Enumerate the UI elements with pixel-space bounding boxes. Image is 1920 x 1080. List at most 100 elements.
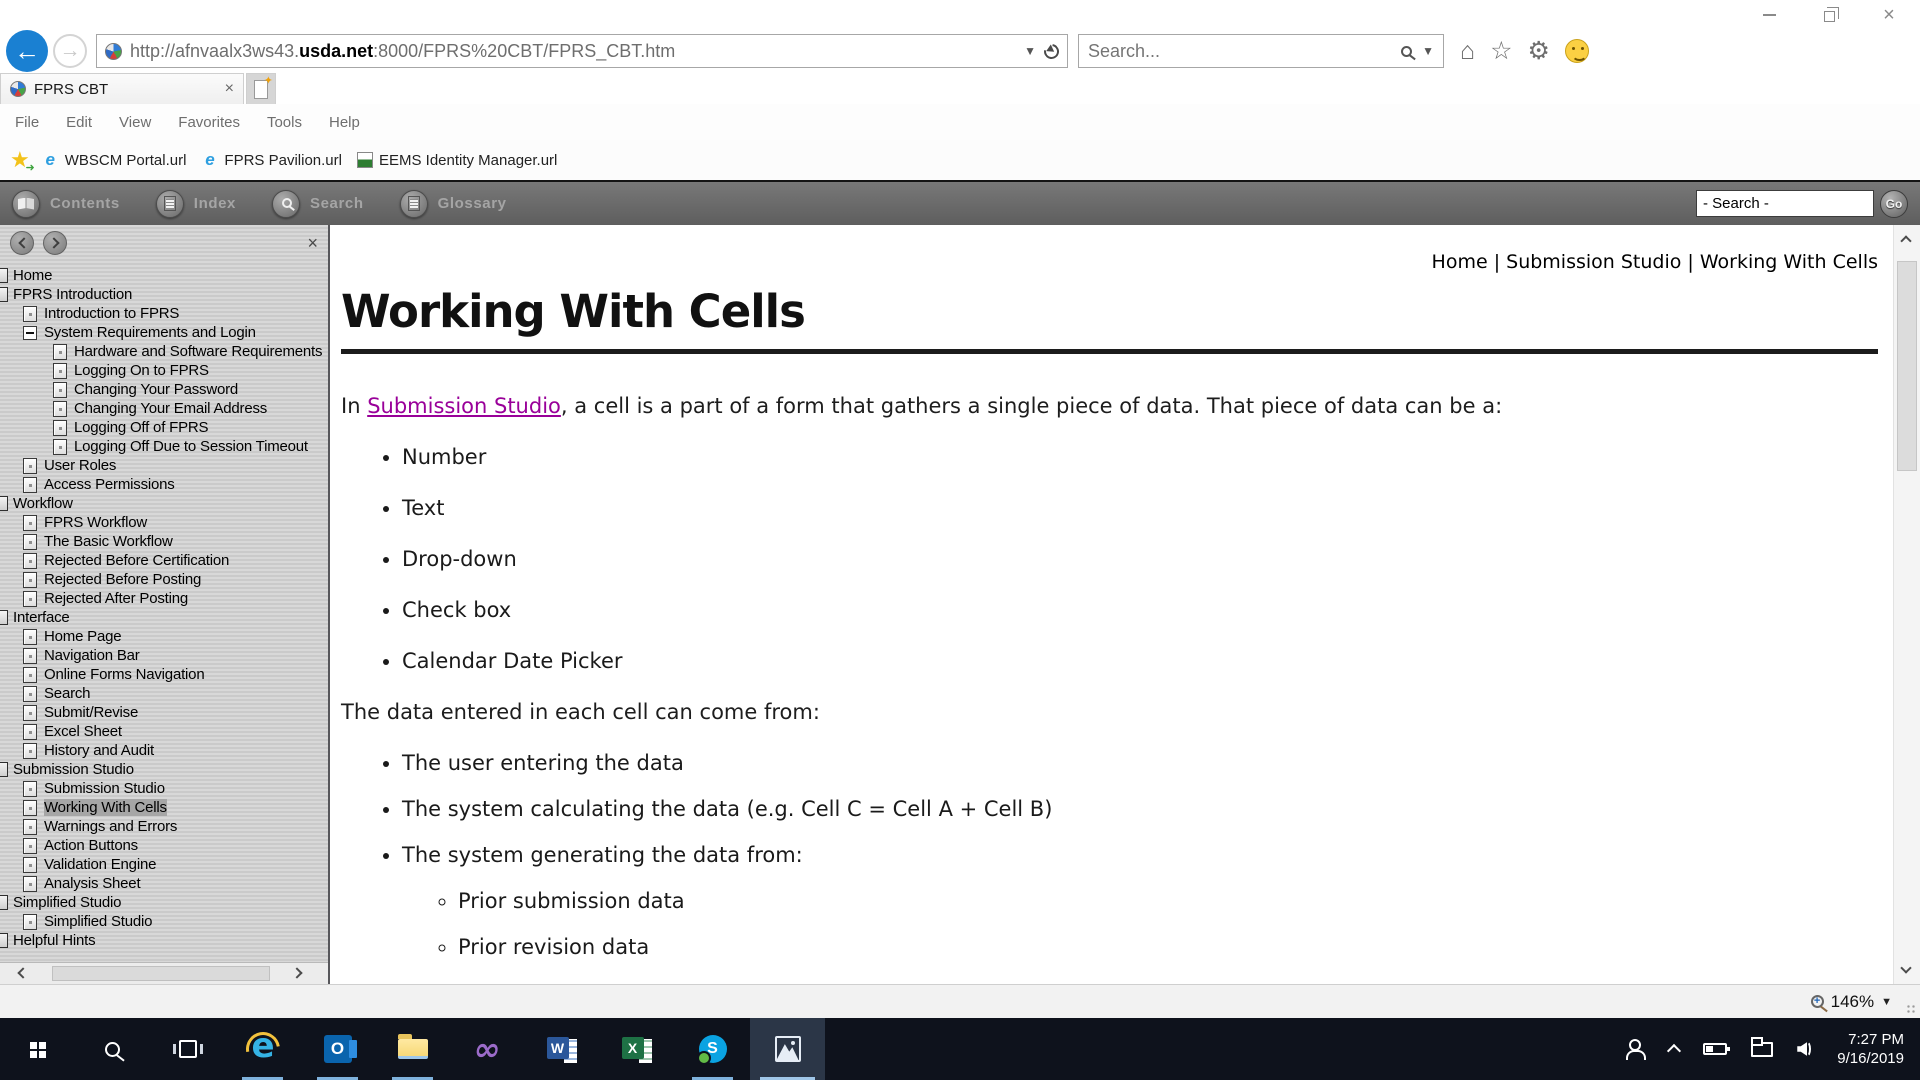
address-dropdown-icon[interactable]: ▼ [1024,44,1036,58]
toc-tree-item[interactable]: Changing Your Password [0,380,328,399]
favorites-link[interactable]: WBSCM Portal.url [42,150,187,170]
refresh-icon[interactable] [1041,41,1062,62]
scroll-up-icon[interactable] [1900,235,1911,246]
toc-tree-item[interactable]: Access Permissions [0,475,328,494]
toc-tree-item[interactable]: Working With Cells [0,798,328,817]
menu-item[interactable]: View [119,114,151,131]
toc-tree-item[interactable]: Home [0,266,328,285]
taskbar-app-icon[interactable] [600,1018,675,1080]
taskbar-app-icon[interactable] [750,1018,825,1080]
toc-tree-item[interactable]: Rejected Before Certification [0,551,328,570]
toc-tree-item[interactable]: FPRS Workflow [0,513,328,532]
taskbar-app-icon[interactable] [675,1018,750,1080]
toc-tree-item[interactable]: Hardware and Software Requirements [0,342,328,361]
taskbar-app-icon[interactable] [0,1018,75,1080]
taskbar-app-icon[interactable] [150,1018,225,1080]
toc-tree-item[interactable]: Interface [0,608,328,627]
taskbar-app-icon[interactable] [225,1018,300,1080]
toc-horizontal-scrollbar[interactable] [0,962,328,984]
taskbar-clock[interactable]: 7:27 PM 9/16/2019 [1835,1030,1904,1068]
menu-item[interactable]: Tools [267,114,302,131]
toc-tree-item[interactable]: Workflow [0,494,328,513]
menu-item[interactable]: Favorites [178,114,240,131]
toc-tree-item[interactable]: Online Forms Navigation [0,665,328,684]
cbt-search-box[interactable] [1696,190,1874,217]
toc-tree-item[interactable]: System Requirements and Login [0,323,328,342]
cbt-search-input[interactable] [1697,195,1873,212]
menu-item[interactable]: Edit [66,114,92,131]
settings-gear-icon[interactable]: ⚙ [1528,38,1550,64]
toc-tree-item[interactable]: Validation Engine [0,855,328,874]
toc-tree-item[interactable]: Search [0,684,328,703]
resize-grip[interactable] [1906,1004,1916,1014]
horizontal-scroll-thumb[interactable] [52,966,270,981]
toc-tree-item[interactable]: Warnings and Errors [0,817,328,836]
toc-close-icon[interactable]: × [307,234,318,252]
favorites-link[interactable]: EEMS Identity Manager.url [357,150,557,170]
scroll-left-icon[interactable] [17,967,28,978]
toc-tree-item[interactable]: Helpful Hints [0,931,328,950]
toc-tree-item[interactable]: Rejected After Posting [0,589,328,608]
toc-tree-item[interactable]: Introduction to FPRS [0,304,328,323]
toc-tree-item[interactable]: Submission Studio [0,760,328,779]
taskbar-app-icon[interactable] [450,1018,525,1080]
toc-tree-item[interactable]: Action Buttons [0,836,328,855]
toc-tree-item[interactable]: FPRS Introduction [0,285,328,304]
vertical-scroll-thumb[interactable] [1897,261,1917,471]
toc-tree-item[interactable]: User Roles [0,456,328,475]
scroll-down-icon[interactable] [1900,962,1911,973]
cbt-toolbar-button[interactable]: Search [272,190,364,218]
url-text[interactable]: http://afnvaalx3ws43.usda.net:8000/FPRS%… [130,41,1016,62]
toc-tree-item[interactable]: The Basic Workflow [0,532,328,551]
favorites-star-icon[interactable]: ☆ [1490,38,1512,64]
smiley-feedback-icon[interactable] [1565,39,1589,63]
toc-tree-item[interactable]: Simplified Studio [0,912,328,931]
toc-tree-item[interactable]: Home Page [0,627,328,646]
menu-item[interactable]: File [15,114,39,131]
cbt-toolbar-button[interactable]: Index [156,190,236,218]
toc-tree-item[interactable]: Simplified Studio [0,893,328,912]
taskbar-app-icon[interactable] [300,1018,375,1080]
address-bar[interactable]: http://afnvaalx3ws43.usda.net:8000/FPRS%… [96,34,1068,68]
back-button[interactable]: ← [6,30,48,72]
zoom-control[interactable]: + 146% ▼ [1811,985,1892,1018]
toc-tree-item[interactable]: Logging Off of FPRS [0,418,328,437]
cbt-toolbar-button[interactable]: Glossary [400,190,507,218]
toc-tree-item[interactable]: Rejected Before Posting [0,570,328,589]
search-dropdown-icon[interactable]: ▼ [1422,44,1434,58]
forward-button[interactable]: → [53,34,87,68]
hidden-icons-chevron-icon[interactable] [1667,1044,1681,1058]
favorites-link[interactable]: FPRS Pavilion.url [201,150,342,170]
search-box[interactable]: ▼ [1078,34,1444,68]
menu-item[interactable]: Help [329,114,360,131]
network-icon[interactable] [1751,1042,1773,1057]
search-icon[interactable] [1401,46,1412,57]
toc-tree-item[interactable]: Analysis Sheet [0,874,328,893]
toc-tree-item[interactable]: Changing Your Email Address [0,399,328,418]
home-icon[interactable]: ⌂ [1460,38,1475,64]
cbt-toolbar-button[interactable]: Contents [12,190,120,218]
toc-tree-item[interactable]: Navigation Bar [0,646,328,665]
minimize-button[interactable] [1756,2,1782,28]
battery-icon[interactable] [1703,1043,1727,1055]
close-button[interactable]: × [1876,2,1902,28]
taskbar-app-icon[interactable] [75,1018,150,1080]
taskbar-app-icon[interactable] [375,1018,450,1080]
toc-tree-item[interactable]: Logging Off Due to Session Timeout [0,437,328,456]
tab-fprs-cbt[interactable]: FPRS CBT × [0,73,244,104]
toc-forward-button[interactable] [43,231,67,255]
tab-close-icon[interactable]: × [225,80,234,98]
toc-tree-item[interactable]: Submit/Revise [0,703,328,722]
scroll-right-icon[interactable] [291,967,302,978]
search-input[interactable] [1088,41,1391,62]
restore-button[interactable] [1816,2,1842,28]
toc-tree-item[interactable]: Excel Sheet [0,722,328,741]
toc-tree-item[interactable]: Logging On to FPRS [0,361,328,380]
zoom-dropdown-icon[interactable]: ▼ [1881,996,1892,1008]
new-tab-button[interactable] [246,73,276,104]
people-icon[interactable] [1625,1039,1645,1059]
toc-tree-item[interactable]: Submission Studio [0,779,328,798]
submission-studio-link[interactable]: Submission Studio [367,394,561,418]
add-favorite-star-icon[interactable]: ★ [10,147,30,173]
taskbar-app-icon[interactable] [525,1018,600,1080]
